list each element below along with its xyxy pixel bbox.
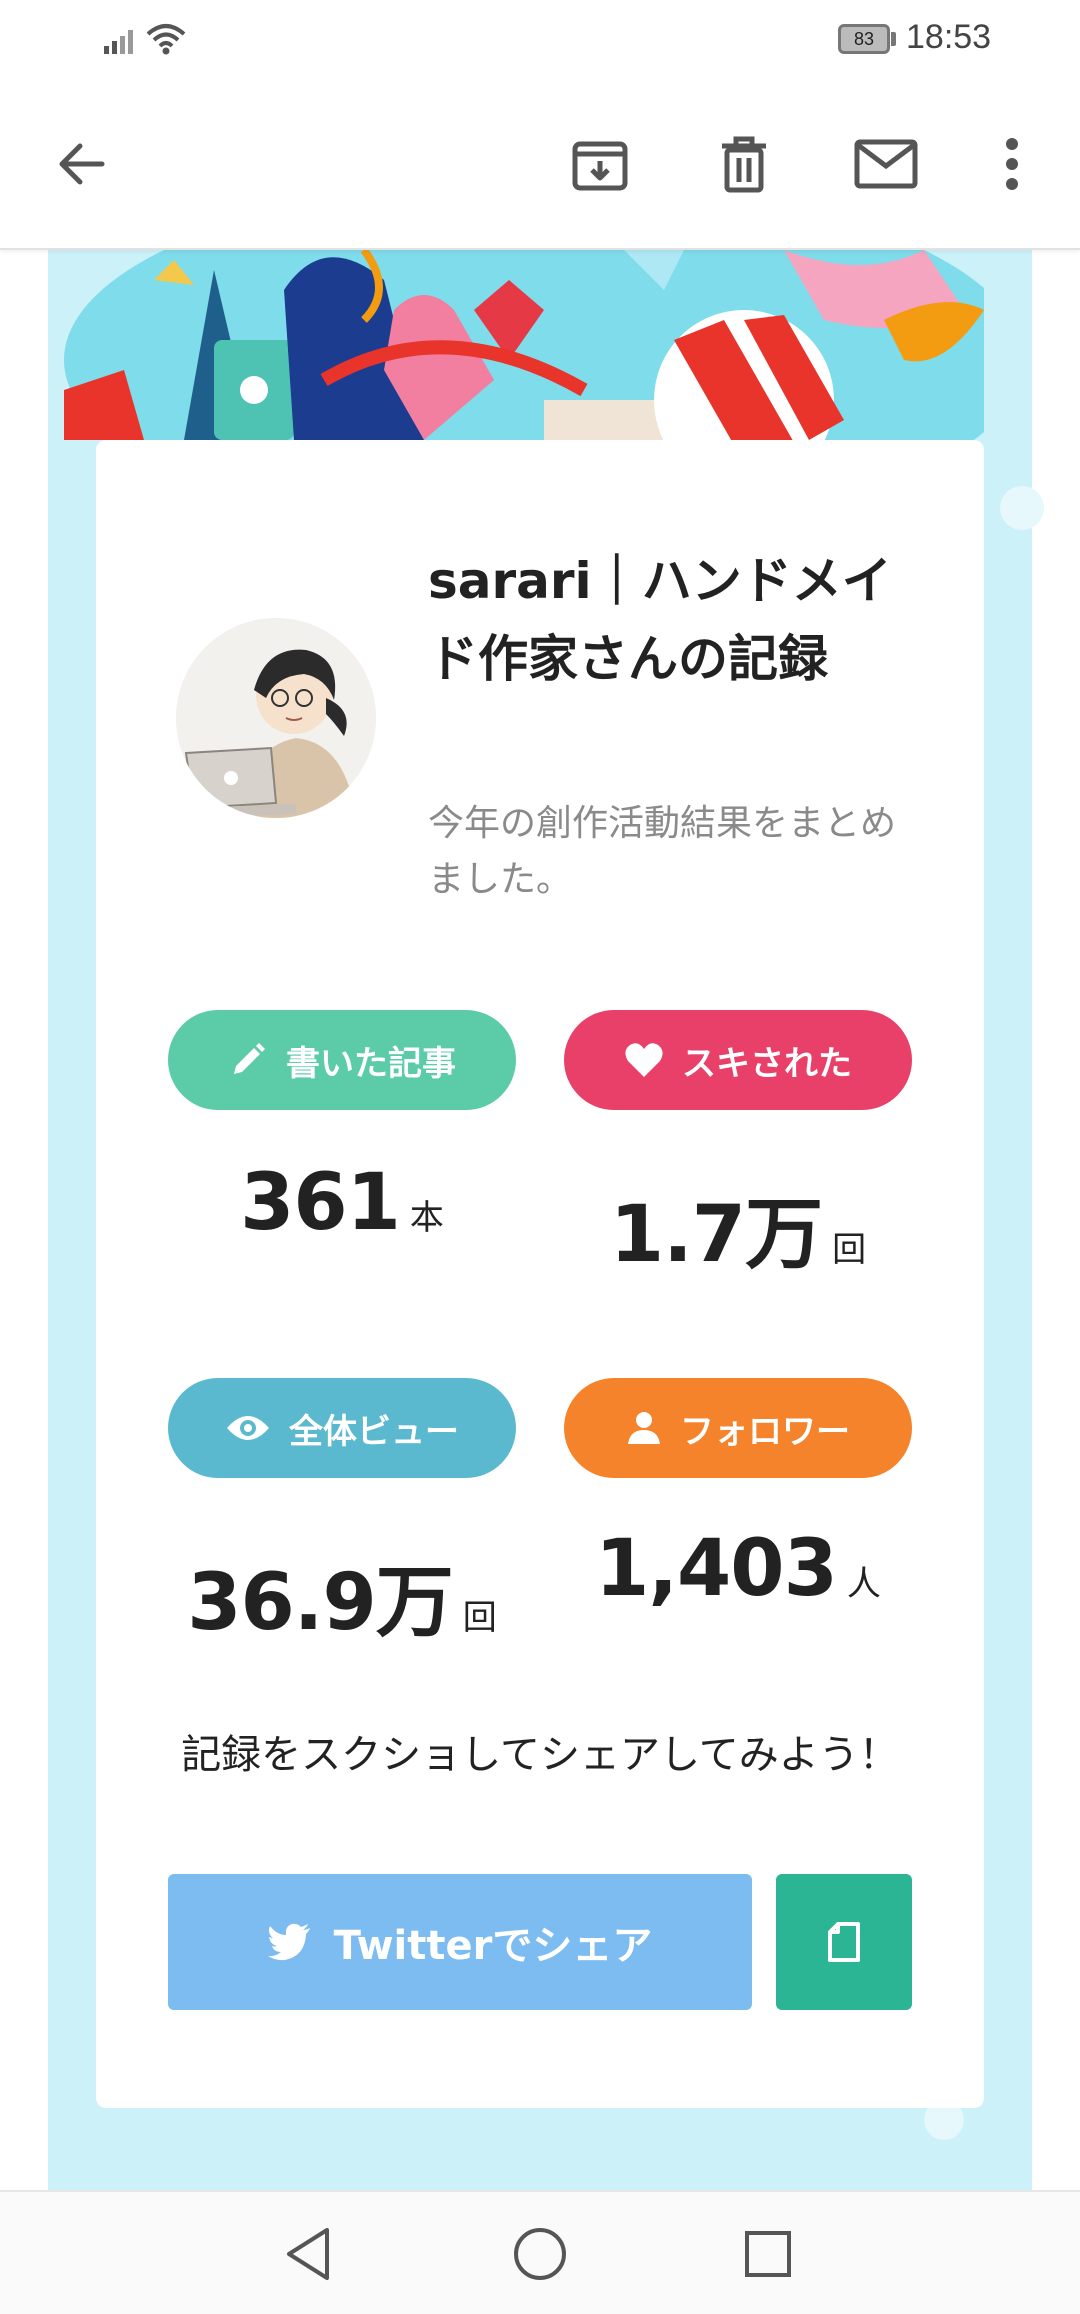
heart-icon: [625, 1043, 663, 1077]
avatar: [176, 618, 376, 818]
twitter-bird-icon: [267, 1923, 310, 1961]
followers-pill: フォロワー: [564, 1378, 912, 1478]
battery-icon: 83: [838, 24, 890, 54]
page-title: sarari｜ハンドメイド作家さんの記録: [428, 552, 892, 688]
articles-label: 書いた記事: [286, 1043, 456, 1084]
views-pill: 全体ビュー: [168, 1378, 516, 1478]
followers-unit: 人: [846, 1564, 881, 1604]
person-icon: [628, 1412, 660, 1444]
likes-pill: スキされた: [564, 1010, 912, 1110]
eye-icon: [227, 1416, 269, 1440]
twitter-share-button[interactable]: Twitterでシェア: [168, 1874, 752, 2010]
followers-value: 1,403: [595, 1524, 838, 1614]
likes-stat: 1.7万 回: [564, 1172, 912, 1284]
celebration-illustration: [64, 250, 984, 440]
archive-icon[interactable]: [564, 128, 636, 200]
home-circle-icon[interactable]: [508, 2222, 572, 2286]
articles-value: 361: [240, 1158, 401, 1248]
back-triangle-icon[interactable]: [276, 2222, 340, 2286]
twitter-share-label: Twitterでシェア: [333, 1923, 653, 1969]
views-value: 36.9万: [187, 1558, 453, 1648]
clock: 18:53: [906, 18, 992, 56]
copy-button[interactable]: [776, 1874, 912, 2010]
back-arrow-icon[interactable]: [46, 128, 118, 200]
page-subtitle: 今年の創作活動結果をまとめました。: [428, 803, 897, 900]
delete-icon[interactable]: [708, 128, 780, 200]
views-label: 全体ビュー: [289, 1411, 459, 1452]
app-bar: [0, 80, 1080, 250]
recents-square-icon[interactable]: [736, 2222, 800, 2286]
articles-unit: 本: [409, 1198, 444, 1238]
followers-label: フォロワー: [680, 1411, 850, 1452]
pencil-icon: [234, 1043, 265, 1074]
status-bar: 83 18:53: [0, 0, 1080, 80]
system-nav-bar: [0, 2190, 1080, 2314]
likes-value: 1.7万: [609, 1190, 823, 1280]
likes-unit: 回: [832, 1230, 867, 1270]
mail-icon[interactable]: [850, 128, 922, 200]
followers-stat: 1,403 人: [564, 1524, 912, 1614]
note-icon: [828, 1922, 860, 1962]
likes-label: スキされた: [682, 1043, 852, 1084]
battery-tip: [891, 32, 896, 46]
more-vert-icon[interactable]: [976, 128, 1048, 200]
articles-pill: 書いた記事: [168, 1010, 516, 1110]
signal-icon: [104, 30, 133, 54]
wifi-icon: [146, 24, 186, 55]
articles-stat: 361 本: [168, 1158, 516, 1248]
views-stat: 36.9万 回: [168, 1540, 516, 1652]
views-unit: 回: [462, 1598, 497, 1638]
share-prompt: 記録をスクショしてシェアしてみよう！: [181, 1732, 899, 1778]
decor-bubble: [1000, 486, 1044, 530]
